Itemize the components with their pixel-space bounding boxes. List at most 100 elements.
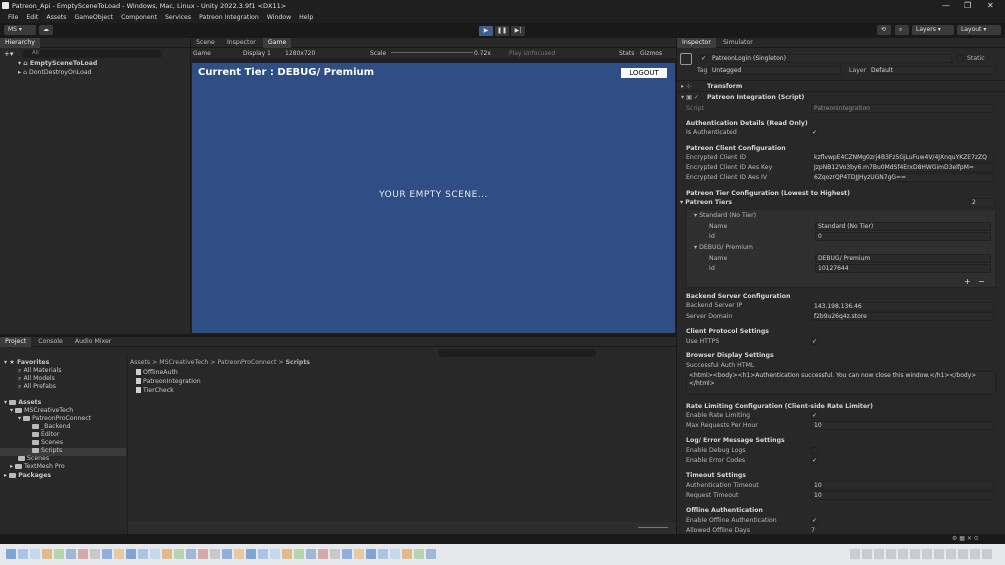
add-tier-button[interactable]: + [964,277,971,286]
gizmos-dropdown[interactable]: Gizmos [640,50,662,57]
stats-toggle[interactable]: Stats [619,50,634,57]
history-icon[interactable]: ⟲ [877,25,891,35]
assets-folder[interactable]: ▾ Assets [4,399,41,406]
favorites-all-models[interactable]: ⌕ All Models [18,375,55,383]
enable-offline-checkbox[interactable]: ✓ [811,517,818,524]
favorites-all-prefabs[interactable]: ⌕ All Prefabs [18,383,56,391]
folder-patreonproconnect[interactable]: ▾ PatreonProConnect [18,415,91,422]
object-name-input[interactable]: PatreonLogin (Singleton) [709,54,952,63]
folder-editor[interactable]: Editor [32,431,59,438]
request-timeout-field[interactable]: 10 [811,491,994,500]
breadcrumb-mscreativetech[interactable]: MSCreativeTech [159,359,208,366]
breadcrumb-assets[interactable]: Assets [130,359,150,366]
patreon-tiers-label[interactable]: ▾ Patreon Tiers [680,199,732,206]
active-checkbox[interactable]: ✓ [700,55,707,62]
folder-scripts[interactable]: Scripts [32,447,62,454]
debug-logs-checkbox[interactable] [811,447,818,454]
account-button[interactable]: MS ▾ [4,25,36,35]
use-https-checkbox[interactable]: ✓ [811,338,818,345]
resolution-dropdown[interactable]: 1280x720 [285,50,315,57]
allowed-offline-value[interactable]: 7 [811,527,815,534]
menu-file[interactable]: File [8,14,18,21]
tier2-name-field[interactable]: DEBUG/ Premium [815,254,991,263]
close-button[interactable]: ✕ [987,1,994,10]
tab-console[interactable]: Console [33,337,68,347]
hierarchy-item-scene[interactable]: ▾ ⌂ EmptySceneToLoad [18,60,97,67]
taskbar-blur-block [282,549,292,559]
project-search-input[interactable] [438,349,596,357]
maximize-button[interactable]: ❐ [964,1,971,10]
hierarchy-item-dontdestroy[interactable]: ▸ ⌂ DontDestroyOnLoad [18,69,92,76]
play-focused-dropdown[interactable]: Play Unfocused [509,50,555,57]
packages-folder[interactable]: ▸ Packages [4,472,51,479]
tab-game[interactable]: Game [262,38,292,48]
pause-button[interactable]: ❚❚ [495,26,509,36]
menu-help[interactable]: Help [299,14,313,21]
search-icon[interactable]: ⌕ [895,25,909,35]
logout-button[interactable]: LOGOUT [621,68,667,78]
aes-key-field[interactable]: JzpNB12Vo3by6.m7Bu0MdSf4ErxD8HWGimD3elfp… [811,163,994,172]
tier1-id-field[interactable]: 0 [815,232,991,241]
file-item[interactable]: TierCheck [136,387,174,394]
play-button[interactable]: ▶ [479,26,493,36]
breadcrumb-patreonproconnect[interactable]: PatreonProConnect [217,359,276,366]
tier1-name-field[interactable]: Standard (No Tier) [815,222,991,231]
add-icon[interactable]: +▾ [4,50,13,58]
auth-timeout-field[interactable]: 10 [811,481,994,490]
client-id-field[interactable]: kzflvwpE4CZNMg0zrj4B3Fz5GjLuFuw4V/4JXnqu… [811,153,994,162]
layer-dropdown[interactable]: Default [868,66,995,75]
tab-inspector[interactable]: Inspector [677,38,716,48]
breadcrumb-scripts[interactable]: Scripts [286,359,310,366]
success-html-field[interactable]: <html><body><h1>Authentication successfu… [686,371,996,395]
tab-hierarchy[interactable]: Hierarchy [0,38,40,48]
folder-mscreativetech[interactable]: ▾ MSCreativeTech [10,407,73,414]
minimize-button[interactable]: — [942,1,950,10]
tab-audio-mixer[interactable]: Audio Mixer [70,337,116,347]
enable-rate-checkbox[interactable]: ✓ [811,412,818,419]
tab-inspector-mid[interactable]: Inspector [222,38,261,48]
taskbar-blur-block [378,549,388,559]
favorites-header[interactable]: ▾ ★ Favorites [4,359,49,366]
folder-backend[interactable]: _Backend [32,423,71,430]
tab-simulator[interactable]: Simulator [718,38,758,48]
transform-header[interactable]: ▸ ⊹ Transform [677,80,1005,90]
menu-patreon-integration[interactable]: Patreon Integration [199,14,259,21]
component-header[interactable]: ▾ ▣ ✓ Patreon Integration (Script) [677,91,1005,101]
display-dropdown[interactable]: Display 1 [243,50,271,57]
menu-component[interactable]: Component [121,14,157,21]
layout-dropdown[interactable]: Layout ▾ [957,25,1001,35]
menu-assets[interactable]: Assets [46,14,66,21]
aes-iv-field[interactable]: 6ZqozrQP4TDJJHyzUGN7gG== [811,173,994,182]
tier1-header[interactable]: ▾ Standard (No Tier) [694,212,756,219]
max-requests-field[interactable]: 10 [811,421,994,430]
layers-dropdown[interactable]: Layers ▾ [912,25,954,35]
tag-dropdown[interactable]: Untagged [709,66,841,75]
folder-scenes[interactable]: Scenes [32,439,63,446]
file-item[interactable]: PatreonIntegration [136,378,201,385]
menu-window[interactable]: Window [267,14,291,21]
backend-ip-field[interactable]: 143.198.136.46 [811,302,994,311]
folder-scenes-root[interactable]: Scenes [18,455,49,462]
status-icons[interactable]: ⚙ ▦ ✕ ⊙ [952,535,979,542]
icon-size-slider[interactable] [638,527,668,528]
hierarchy-search-input[interactable]: All [22,50,162,58]
tier2-id-field[interactable]: 10127644 [815,264,991,273]
menu-edit[interactable]: Edit [26,14,38,21]
cloud-icon[interactable]: ☁ [39,25,53,35]
tab-project[interactable]: Project [0,337,32,347]
server-domain-field[interactable]: f2b9u26q4z.store [811,312,994,321]
remove-tier-button[interactable]: − [978,277,985,286]
favorites-all-materials[interactable]: ⌕ All Materials [18,367,61,375]
file-item[interactable]: OfflineAuth [136,369,178,376]
menu-gameobject[interactable]: GameObject [74,14,113,21]
error-codes-checkbox[interactable]: ✓ [811,457,818,464]
menu-services[interactable]: Services [165,14,191,21]
tier2-header[interactable]: ▾ DEBUG/ Premium [694,244,753,251]
tab-scene[interactable]: Scene [191,38,220,48]
tiers-count-field[interactable]: 2 [969,198,995,207]
folder-textmeshpro[interactable]: ▸ TextMesh Pro [10,463,65,470]
game-mode-dropdown[interactable]: Game [193,50,211,57]
static-checkbox[interactable] [957,55,964,62]
scale-slider[interactable] [391,52,473,53]
step-button[interactable]: ▶| [511,26,525,36]
